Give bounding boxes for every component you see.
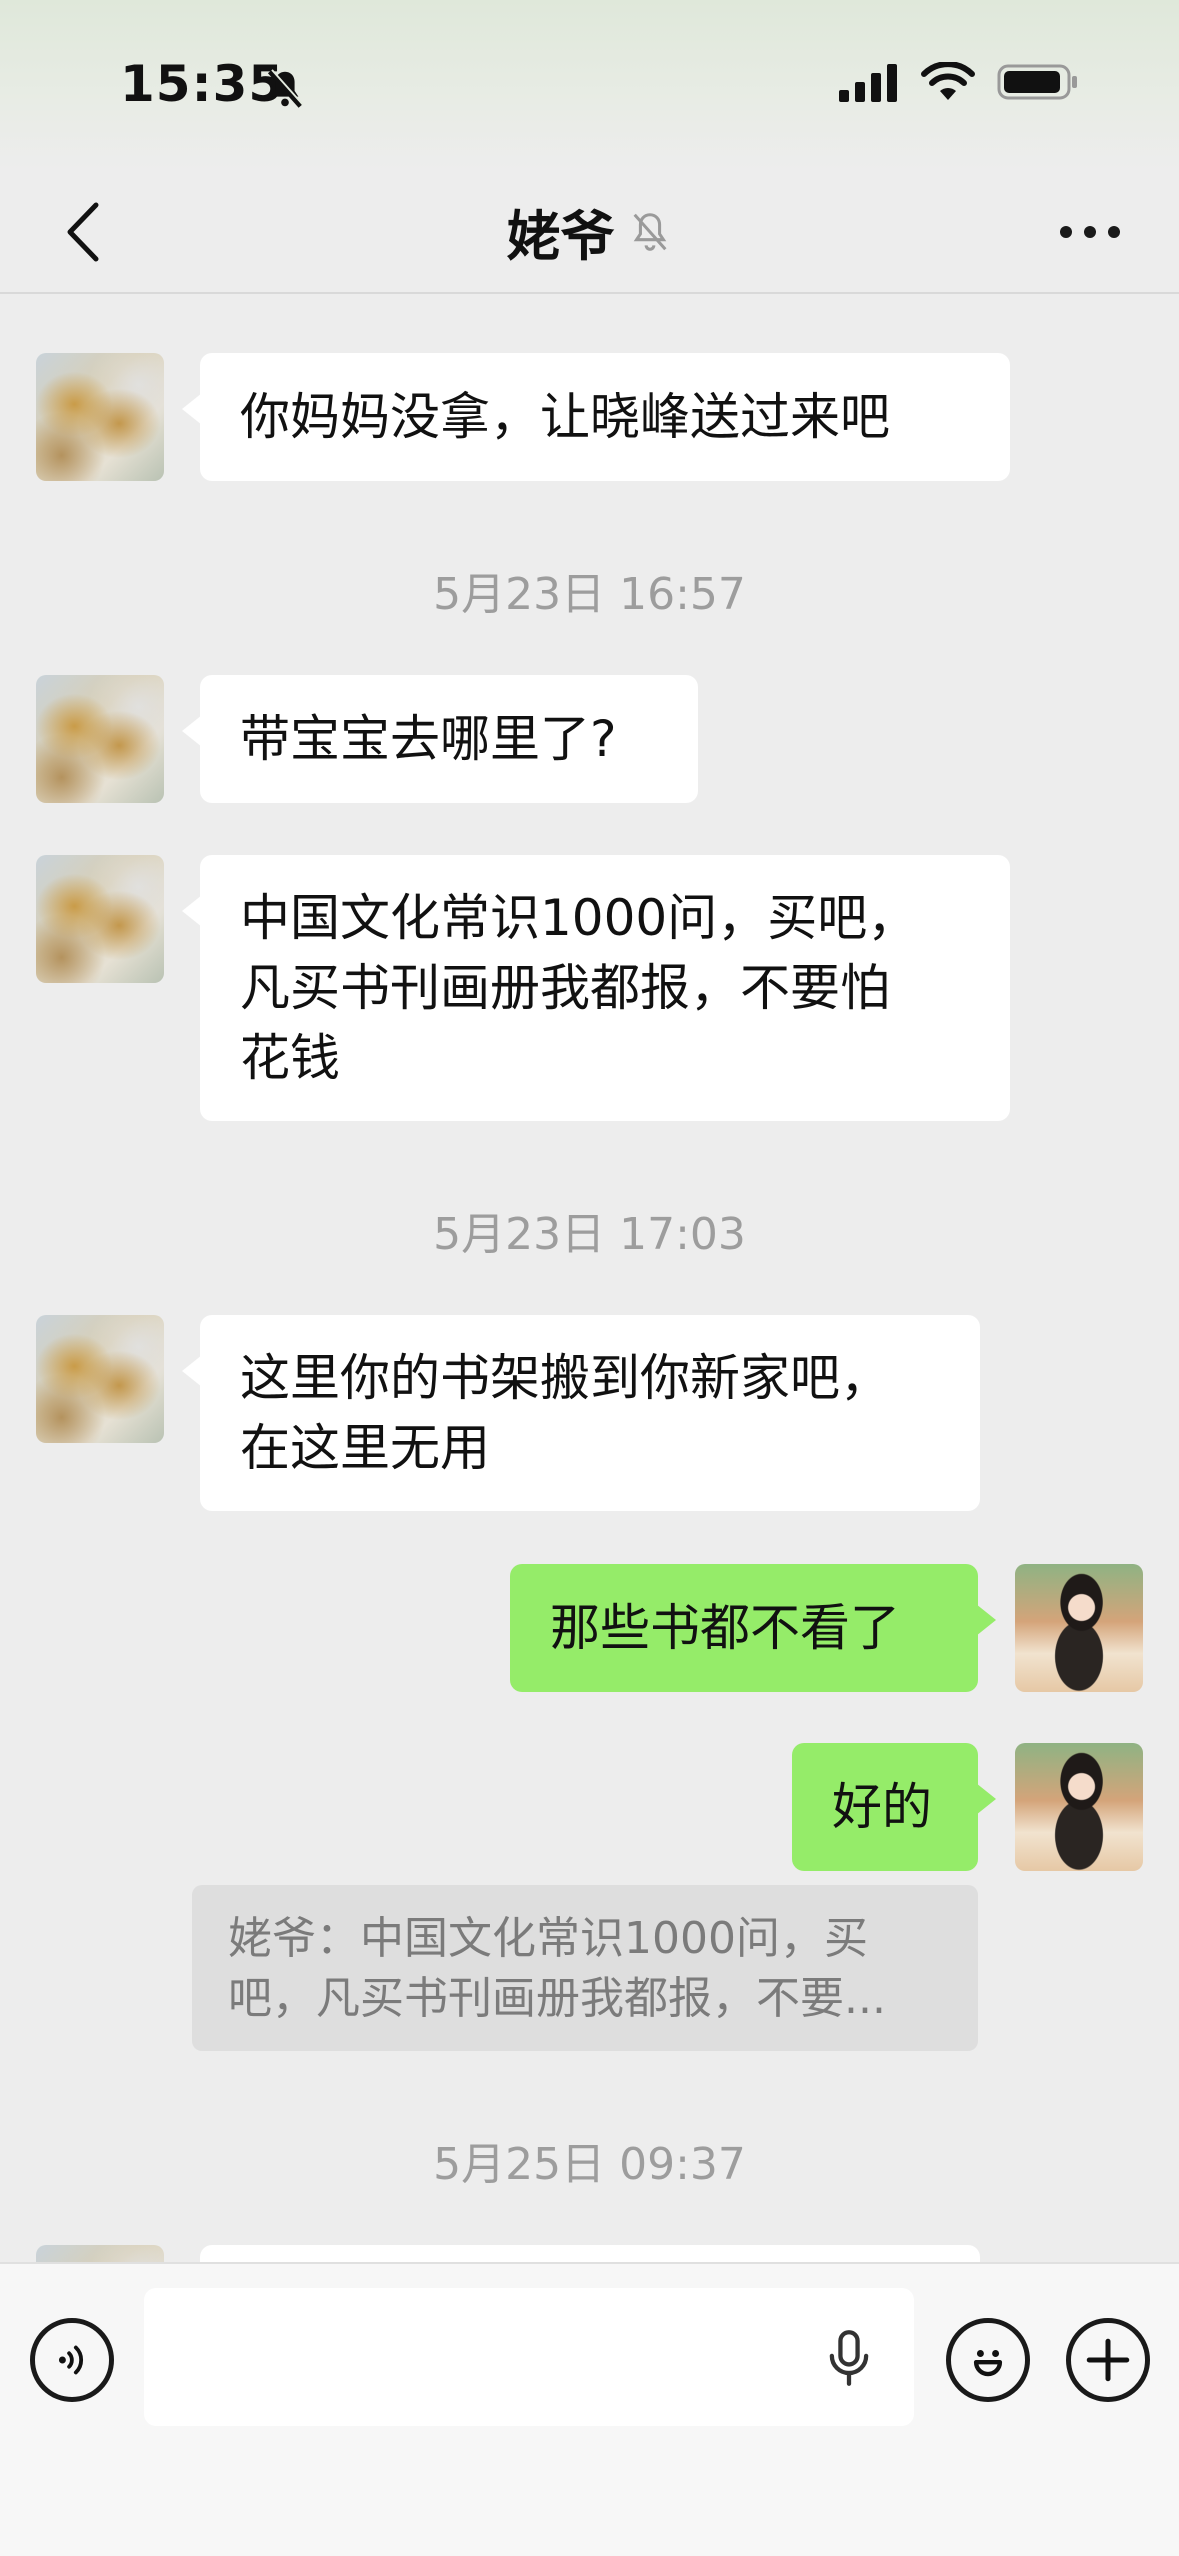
avatar-grandpa[interactable]: [36, 353, 164, 481]
message-bubble-received[interactable]: 这里你的书架搬到你新家吧， 在这里无用: [182, 1315, 980, 1511]
emoji-icon: [973, 2350, 1003, 2377]
quoted-message[interactable]: 姥爷：中国文化常识1000问，买 吧，凡买书刊画册我都报，不要...: [192, 1885, 978, 2051]
avatar-grandpa[interactable]: [36, 855, 164, 983]
status-time: 15:35: [120, 55, 285, 113]
message-text: 带宝宝去哪里了?: [240, 710, 617, 768]
avatar-self[interactable]: [1015, 1743, 1143, 1871]
avatar-grandpa[interactable]: [36, 1315, 164, 1443]
quote-line: 姥爷：中国文化常识1000问，买: [228, 1913, 868, 1964]
nav-bar: 姥爷: [0, 170, 1179, 294]
message-bubble-received[interactable]: 带宝宝去哪里了?: [182, 675, 698, 803]
battery-icon: [997, 64, 1077, 100]
home-indicator: [440, 2520, 740, 2532]
timestamp: 5月23日 17:03: [433, 1209, 746, 1260]
chat-title: 姥爷: [506, 205, 615, 268]
voice-icon: [58, 2345, 83, 2375]
message-text: 你妈妈没拿，让晓峰送过来吧: [240, 388, 890, 446]
message-text: 那些书都不看了: [550, 1599, 900, 1657]
status-bar: 15:35: [0, 0, 1179, 170]
message-bubble-sent[interactable]: 好的: [792, 1743, 996, 1871]
signal-icon: [839, 64, 897, 102]
bell-muted-icon: [633, 212, 666, 251]
message-line: 这里你的书架搬到你新家吧，: [240, 1349, 890, 1407]
message-line: 在这里无用: [240, 1419, 490, 1477]
mute-bell-icon: [267, 69, 304, 108]
message-line: 凡买书刊画册我都报，不要怕: [240, 959, 890, 1017]
message-text: 好的: [832, 1778, 932, 1836]
message-bubble-received[interactable]: 中国文化常识1000问，买吧， 凡买书刊画册我都报，不要怕 花钱: [182, 855, 1010, 1121]
wifi-icon: [921, 62, 975, 100]
plus-button[interactable]: [1066, 2318, 1150, 2402]
message-input[interactable]: [144, 2288, 914, 2426]
timestamp: 5月25日 09:37: [433, 2139, 746, 2190]
input-bar: [0, 2262, 1179, 2556]
message-line: 花钱: [240, 1029, 340, 1087]
more-dot: [1060, 226, 1072, 238]
mic-icon[interactable]: [822, 2328, 876, 2388]
avatar-grandpa[interactable]: [36, 675, 164, 803]
status-icons: [839, 62, 1079, 102]
message-bubble-sent[interactable]: 那些书都不看了: [510, 1564, 996, 1692]
quote-line: 吧，凡买书刊画册我都报，不要...: [228, 1973, 886, 2024]
emoji-button[interactable]: [946, 2318, 1030, 2402]
chat-screen: 15:35 姥爷 你妈妈没拿，让晓峰送过来吧 5月23日 16:57 带宝宝去哪…: [0, 0, 1179, 2556]
voice-button[interactable]: [30, 2318, 114, 2402]
avatar-self[interactable]: [1015, 1564, 1143, 1692]
more-dot: [1084, 226, 1096, 238]
plus-icon: [1086, 2338, 1130, 2382]
more-dot: [1108, 226, 1120, 238]
nav-title-group: 姥爷: [0, 192, 1179, 271]
message-bubble-received[interactable]: 你妈妈没拿，让晓峰送过来吧: [182, 353, 1010, 481]
timestamp: 5月23日 16:57: [433, 569, 746, 620]
message-line: 中国文化常识1000问，买吧，: [240, 889, 918, 947]
more-button[interactable]: [1045, 192, 1135, 272]
